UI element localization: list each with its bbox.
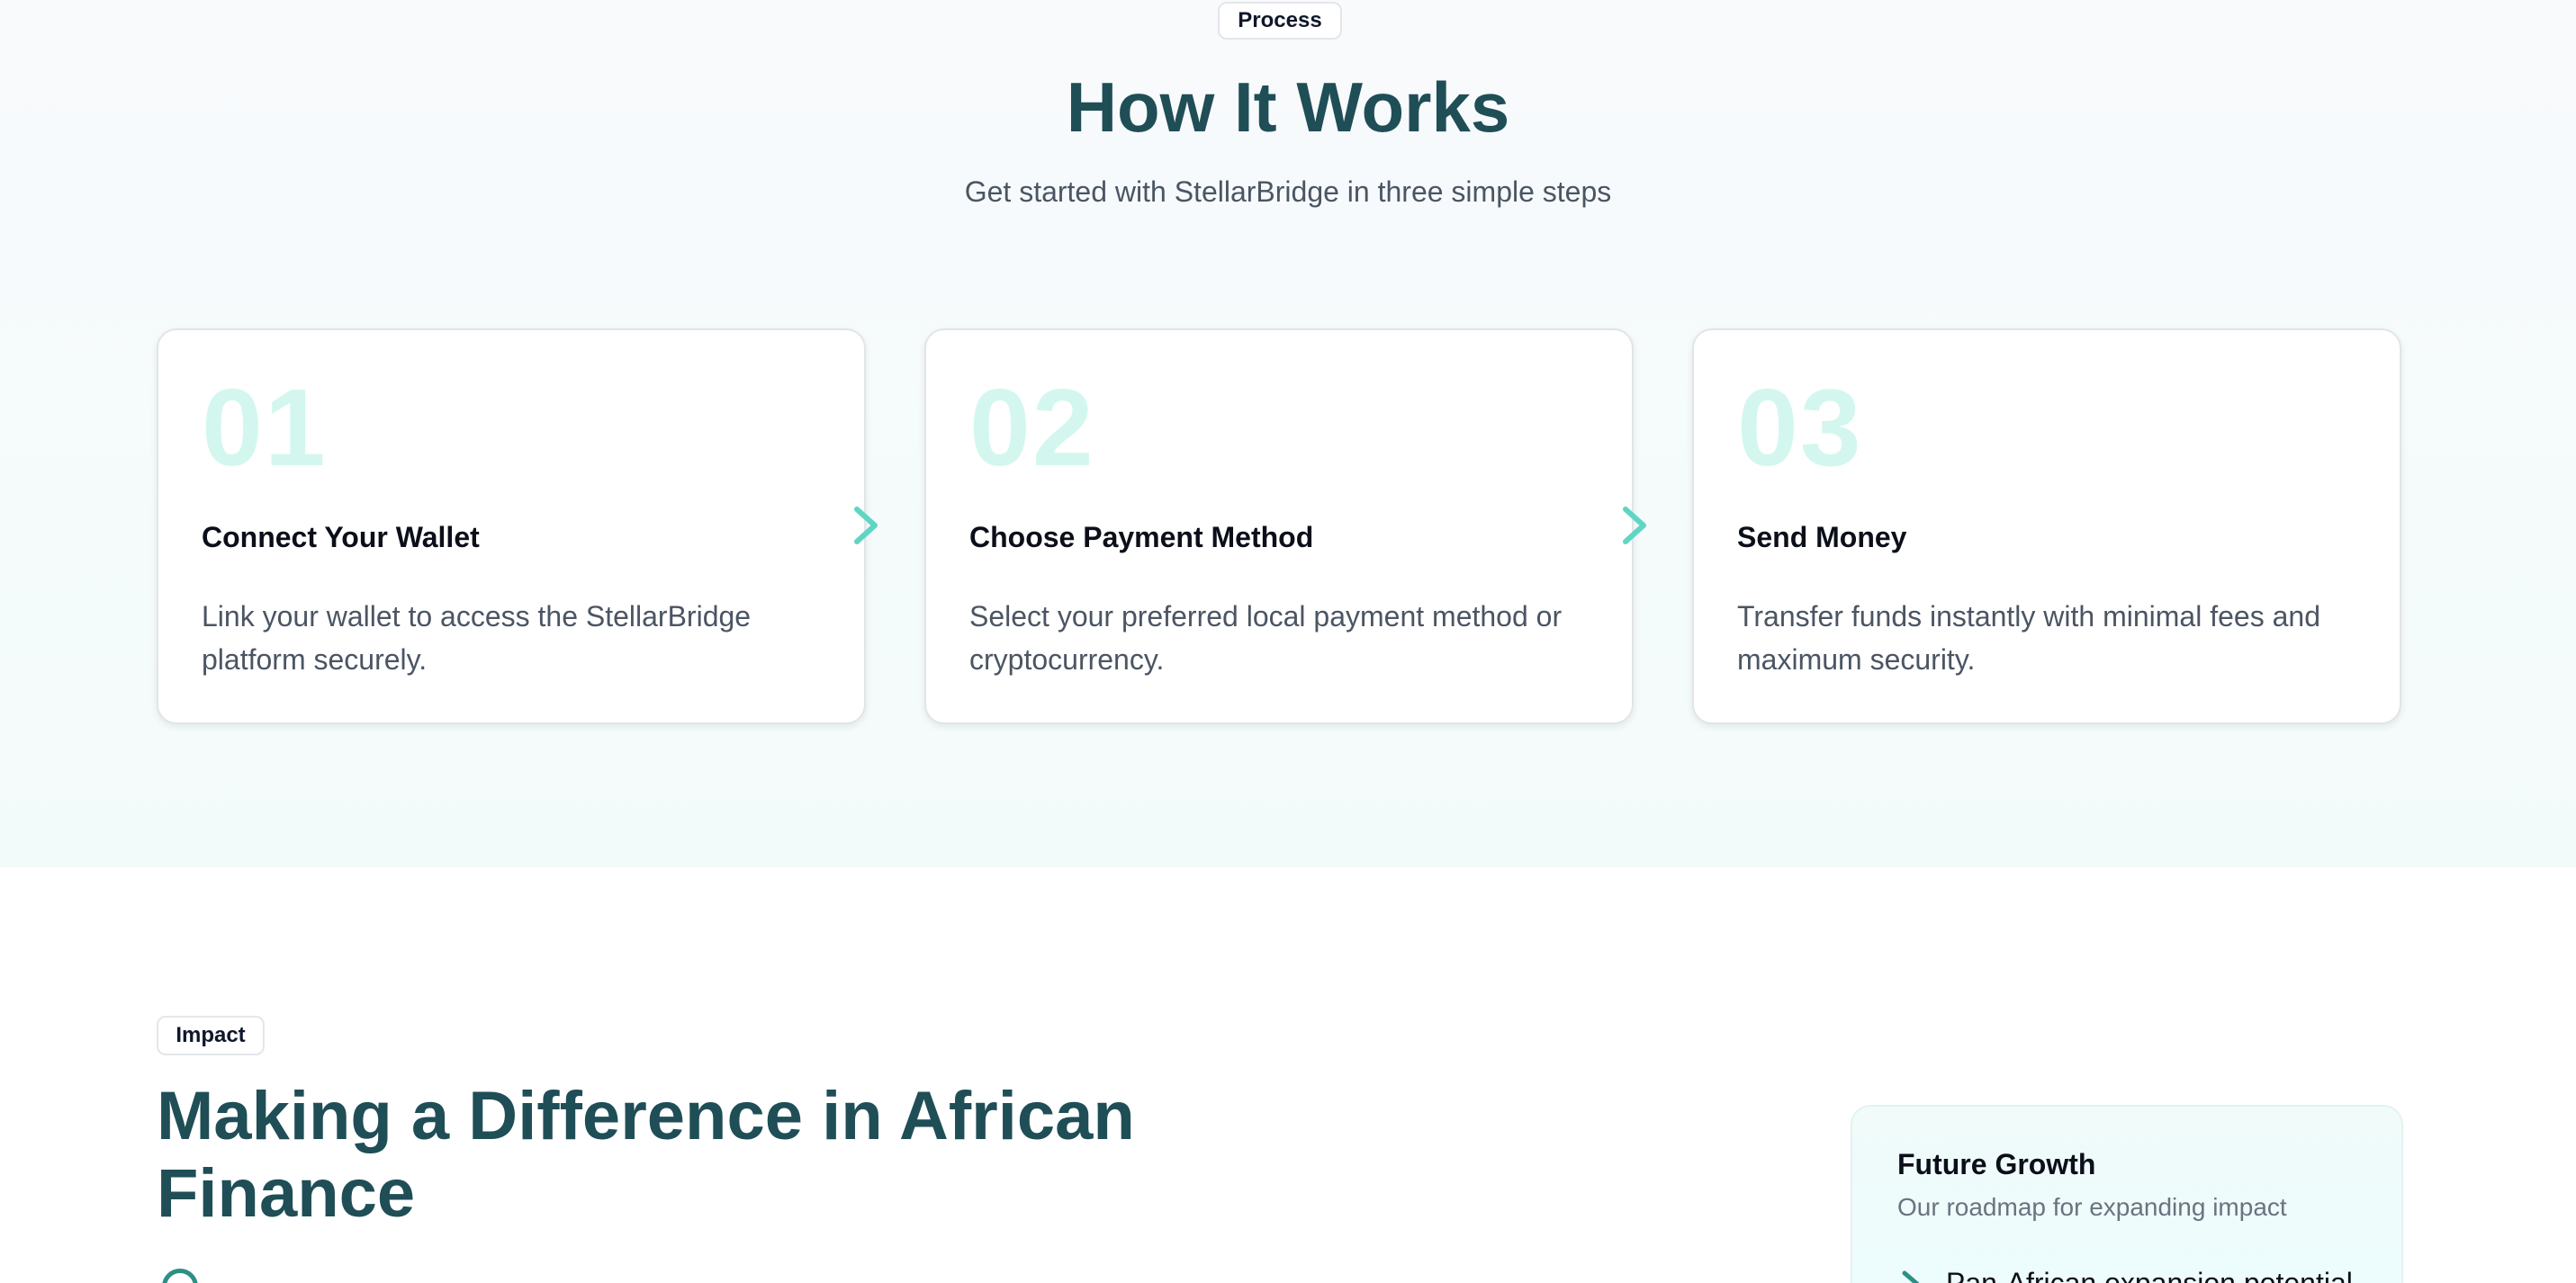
step-card-send-money: 03 Send Money Transfer funds instantly w…	[1692, 328, 2401, 724]
growth-card-title: Future Growth	[1897, 1148, 2096, 1180]
step-card-choose-payment: 02 Choose Payment Method Select your pre…	[924, 328, 1634, 724]
impact-title: Making a Difference in African Finance	[157, 1078, 1135, 1232]
step-number: 02	[969, 366, 1095, 489]
growth-item-label: Pan-African expansion potential	[1946, 1267, 2353, 1283]
growth-card-subtitle: Our roadmap for expanding impact	[1897, 1193, 2287, 1221]
chevron-right-icon	[1623, 507, 1646, 544]
step-title: Connect Your Wallet	[202, 521, 480, 553]
growth-list-item: Pan-African expansion potential	[1897, 1267, 2353, 1283]
future-growth-card: Future Growth Our roadmap for expanding …	[1851, 1105, 2403, 1283]
step-card-connect-wallet: 01 Connect Your Wallet Link your wallet …	[157, 328, 866, 724]
step-title: Send Money	[1737, 521, 1907, 553]
chevron-right-icon	[854, 507, 878, 544]
section-title: How It Works	[1066, 67, 1510, 147]
step-title: Choose Payment Method	[969, 521, 1314, 553]
chevron-right-icon	[1902, 1270, 1920, 1283]
step-description: Transfer funds instantly with minimal fe…	[1737, 600, 2320, 676]
how-it-works-section: Process How It Works Get started with St…	[0, 0, 2576, 867]
step-description: Select your preferred local payment meth…	[969, 600, 1563, 676]
step-number: 03	[1737, 366, 1863, 489]
step-number: 01	[202, 366, 328, 489]
step-description: Link your wallet to access the StellarBr…	[202, 600, 752, 676]
process-badge: Process	[1218, 2, 1342, 40]
section-subtitle: Get started with StellarBridge in three …	[964, 175, 1612, 208]
impact-badge: Impact	[157, 1016, 265, 1055]
